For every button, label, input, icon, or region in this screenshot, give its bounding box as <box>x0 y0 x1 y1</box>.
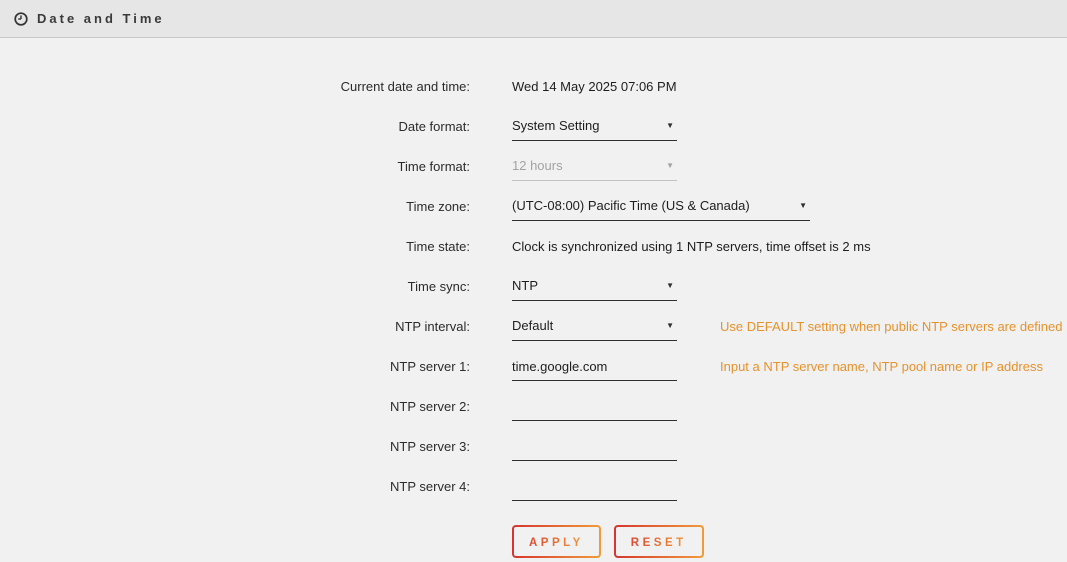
time-format-selected-value: 12 hours <box>512 158 563 174</box>
ntp-interval-note: Use DEFAULT setting when public NTP serv… <box>720 318 1063 335</box>
field-label-ntp-server-3: NTP server 3: <box>0 438 470 455</box>
field-label-ntp-interval: NTP interval: <box>0 318 470 335</box>
field-label-time-state: Time state: <box>0 238 470 255</box>
chevron-down-icon: ▼ <box>799 198 810 214</box>
row-ntp-interval: NTP interval: Default ▼ Use DEFAULT sett… <box>0 318 1067 358</box>
field-label-current-datetime: Current date and time: <box>0 78 470 95</box>
row-current-datetime: Current date and time: Wed 14 May 2025 0… <box>0 78 1067 118</box>
apply-button[interactable]: APPLY <box>512 525 601 558</box>
ntp-server-1-note: Input a NTP server name, NTP pool name o… <box>720 358 1043 375</box>
row-date-format: Date format: System Setting ▼ <box>0 118 1067 158</box>
row-ntp-server-1: NTP server 1: Input a NTP server name, N… <box>0 358 1067 398</box>
time-state-value: Clock is synchronized using 1 NTP server… <box>512 238 871 255</box>
ntp-server-2-input[interactable] <box>512 398 677 421</box>
clock-icon <box>14 12 28 26</box>
page-header: Date and Time <box>0 0 1067 38</box>
field-label-ntp-server-1: NTP server 1: <box>0 358 470 375</box>
chevron-down-icon: ▼ <box>666 158 677 174</box>
row-time-state: Time state: Clock is synchronized using … <box>0 238 1067 278</box>
reset-button-label: RESET <box>631 537 687 549</box>
date-format-selected-value: System Setting <box>512 118 599 134</box>
field-label-time-sync: Time sync: <box>0 278 470 295</box>
chevron-down-icon: ▼ <box>666 278 677 294</box>
ntp-server-1-input[interactable] <box>512 358 677 381</box>
field-label-date-format: Date format: <box>0 118 470 135</box>
field-label-time-format: Time format: <box>0 158 470 175</box>
row-time-zone: Time zone: (UTC-08:00) Pacific Time (US … <box>0 198 1067 238</box>
date-time-settings-page: Date and Time Current date and time: Wed… <box>0 0 1067 558</box>
page-title: Date and Time <box>37 11 165 26</box>
field-label-time-zone: Time zone: <box>0 198 470 215</box>
ntp-server-4-input[interactable] <box>512 478 677 501</box>
ntp-interval-selected-value: Default <box>512 318 553 334</box>
ntp-interval-select[interactable]: Default ▼ <box>512 318 677 341</box>
time-zone-select[interactable]: (UTC-08:00) Pacific Time (US & Canada) ▼ <box>512 198 810 221</box>
time-sync-selected-value: NTP <box>512 278 538 294</box>
time-format-select: 12 hours ▼ <box>512 158 677 181</box>
date-format-select[interactable]: System Setting ▼ <box>512 118 677 141</box>
field-label-ntp-server-4: NTP server 4: <box>0 478 470 495</box>
row-ntp-server-3: NTP server 3: <box>0 438 1067 478</box>
field-label-ntp-server-2: NTP server 2: <box>0 398 470 415</box>
apply-button-label: APPLY <box>529 537 584 549</box>
time-sync-select[interactable]: NTP ▼ <box>512 278 677 301</box>
chevron-down-icon: ▼ <box>666 318 677 334</box>
time-zone-selected-value: (UTC-08:00) Pacific Time (US & Canada) <box>512 198 750 214</box>
row-ntp-server-4: NTP server 4: <box>0 478 1067 518</box>
row-time-format: Time format: 12 hours ▼ <box>0 158 1067 198</box>
reset-button[interactable]: RESET <box>614 525 704 558</box>
row-time-sync: Time sync: NTP ▼ <box>0 278 1067 318</box>
ntp-server-3-input[interactable] <box>512 438 677 461</box>
form-actions: APPLY RESET <box>512 525 1067 558</box>
row-ntp-server-2: NTP server 2: <box>0 398 1067 438</box>
date-time-form: Current date and time: Wed 14 May 2025 0… <box>0 38 1067 558</box>
current-datetime-value: Wed 14 May 2025 07:06 PM <box>512 78 677 95</box>
chevron-down-icon: ▼ <box>666 118 677 134</box>
